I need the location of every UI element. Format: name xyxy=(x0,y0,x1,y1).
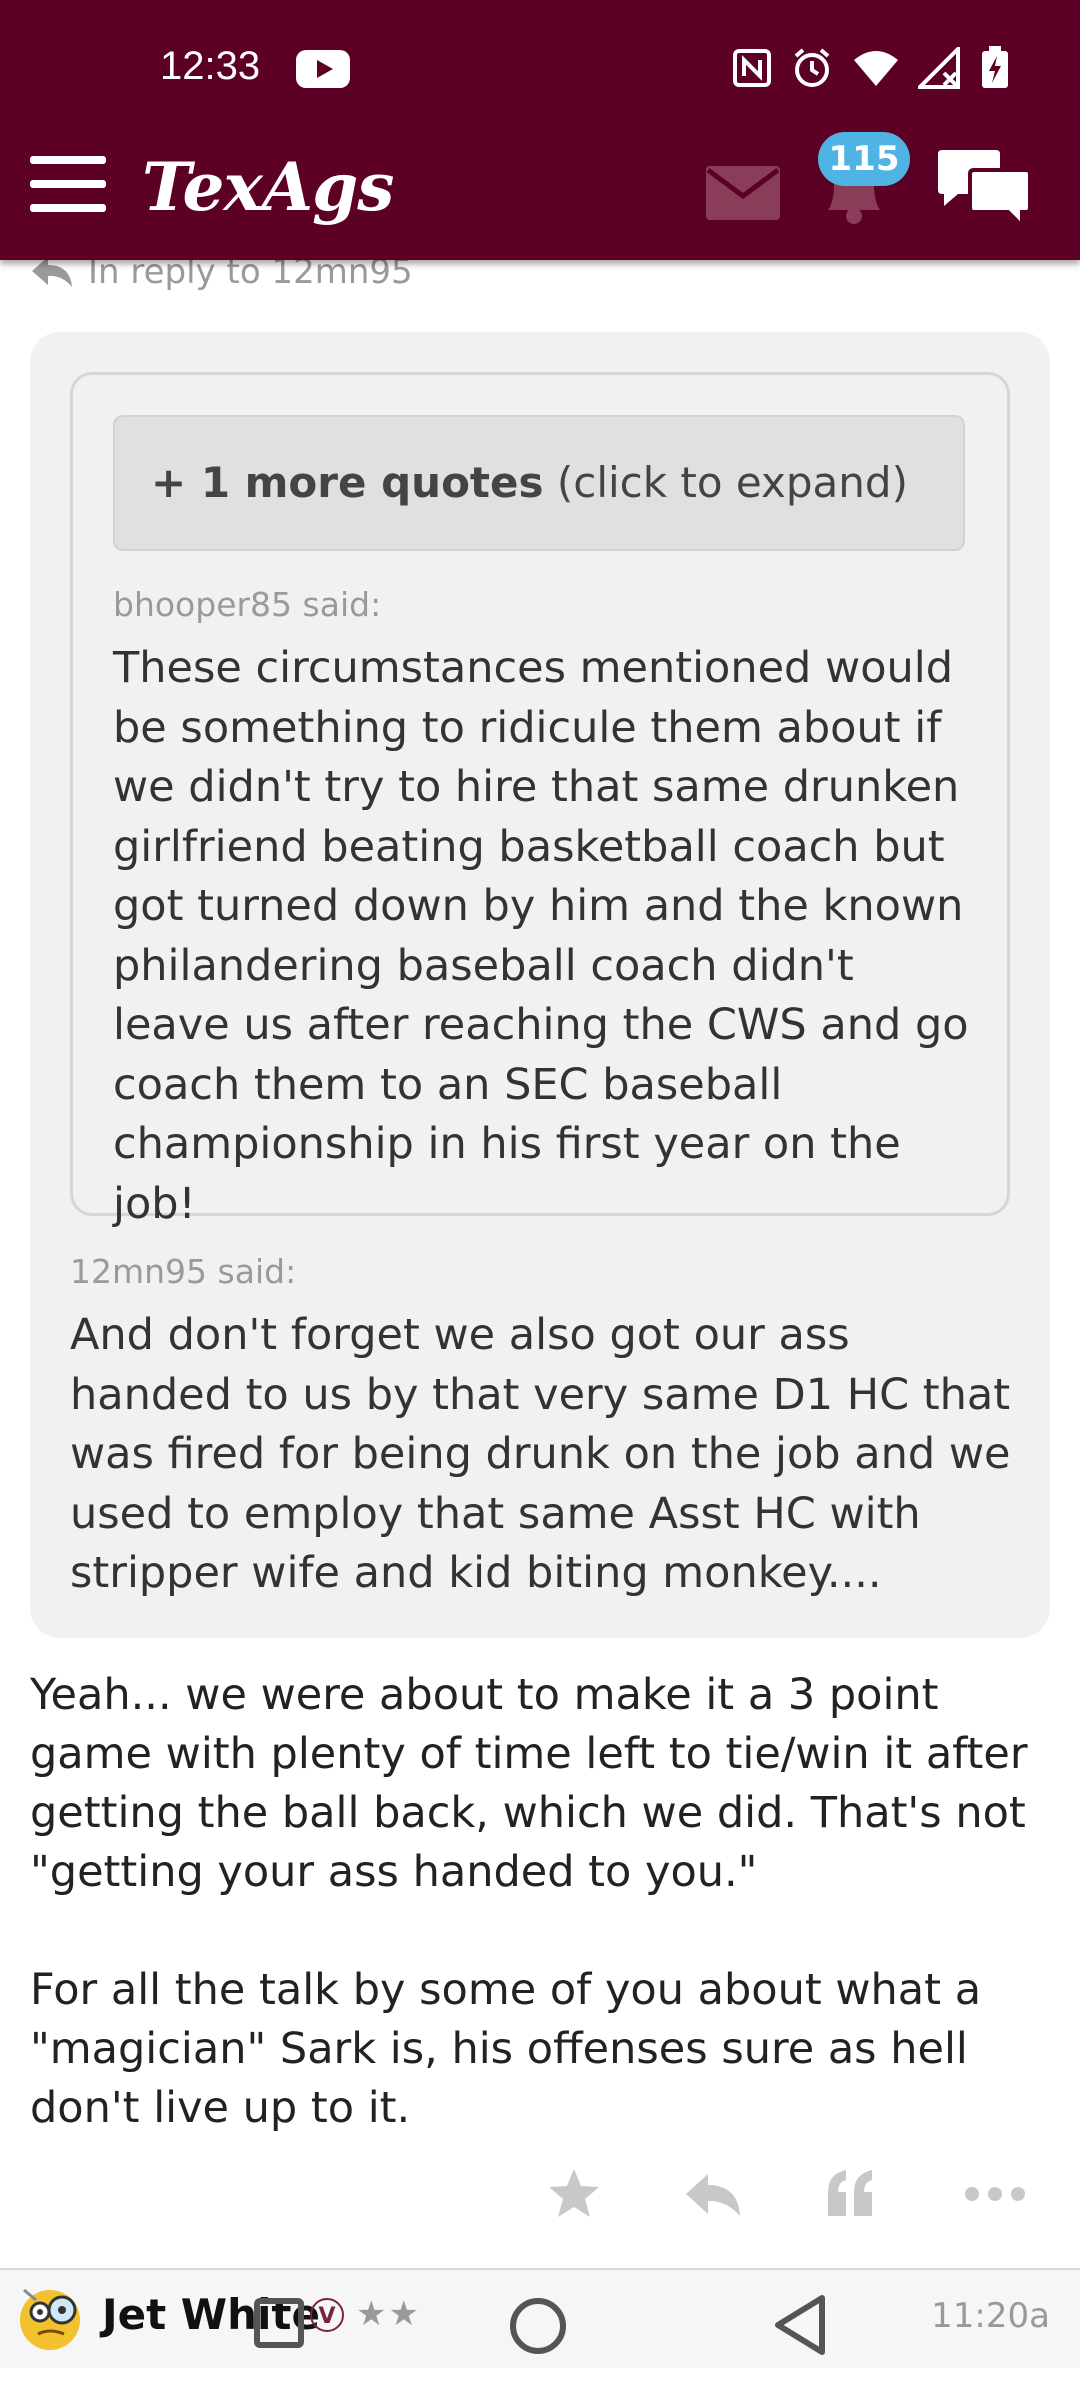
post-paragraph: Yeah... we were about to make it a 3 poi… xyxy=(30,1670,1028,1897)
status-icons xyxy=(732,46,1010,90)
status-time: 12:33 xyxy=(160,44,261,88)
quote-author[interactable]: bhooper85 said: xyxy=(113,585,381,624)
back-button[interactable] xyxy=(772,2294,828,2356)
expand-quotes-count: + 1 more quotes xyxy=(151,458,544,507)
signal-icon xyxy=(918,47,960,89)
notification-badge[interactable]: 115 xyxy=(818,132,910,186)
nfc-icon xyxy=(733,49,771,87)
chat-icon[interactable] xyxy=(934,148,1034,232)
mail-icon[interactable] xyxy=(706,166,780,220)
quote-container: + 1 more quotes (click to expand) bhoope… xyxy=(30,332,1050,1638)
nested-quote: + 1 more quotes (click to expand) bhoope… xyxy=(70,372,1010,1229)
battery-icon xyxy=(982,46,1008,88)
more-dots-icon[interactable] xyxy=(964,2186,1026,2202)
quote-author[interactable]: 12mn95 said: xyxy=(70,1252,296,1291)
expand-quotes-hint: (click to expand) xyxy=(543,458,908,507)
post-body: Yeah... we were about to make it a 3 poi… xyxy=(30,1666,1060,2197)
reply-arrow-icon xyxy=(32,257,72,287)
post-paragraph: For all the talk by some of you about wh… xyxy=(30,1965,982,2133)
rank-stars: ★★ xyxy=(356,2294,421,2334)
expand-quotes-button[interactable]: + 1 more quotes (click to expand) xyxy=(113,415,965,551)
home-button[interactable] xyxy=(510,2298,566,2354)
texags-logo[interactable]: TexAgs xyxy=(142,148,394,226)
menu-icon[interactable] xyxy=(30,156,106,216)
youtube-icon xyxy=(296,50,350,88)
wifi-icon xyxy=(854,51,898,86)
post-actions xyxy=(0,2166,1080,2236)
quote-text: And don't forget we also got our ass han… xyxy=(70,1310,1011,1598)
next-content-peek xyxy=(0,2368,1080,2400)
quote-icon[interactable] xyxy=(824,2168,876,2218)
app-header: 12:33 TexAgs 115 xyxy=(0,0,1080,260)
recents-button[interactable] xyxy=(254,2298,304,2348)
verified-badge: V xyxy=(310,2298,344,2332)
avatar[interactable] xyxy=(14,2282,86,2354)
alarm-icon xyxy=(794,48,830,87)
star-icon[interactable] xyxy=(546,2166,602,2222)
reply-arrow-icon[interactable] xyxy=(684,2172,742,2218)
post-time: 11:20a xyxy=(931,2296,1050,2336)
quote-text: These circumstances mentioned would be s… xyxy=(113,643,969,1229)
